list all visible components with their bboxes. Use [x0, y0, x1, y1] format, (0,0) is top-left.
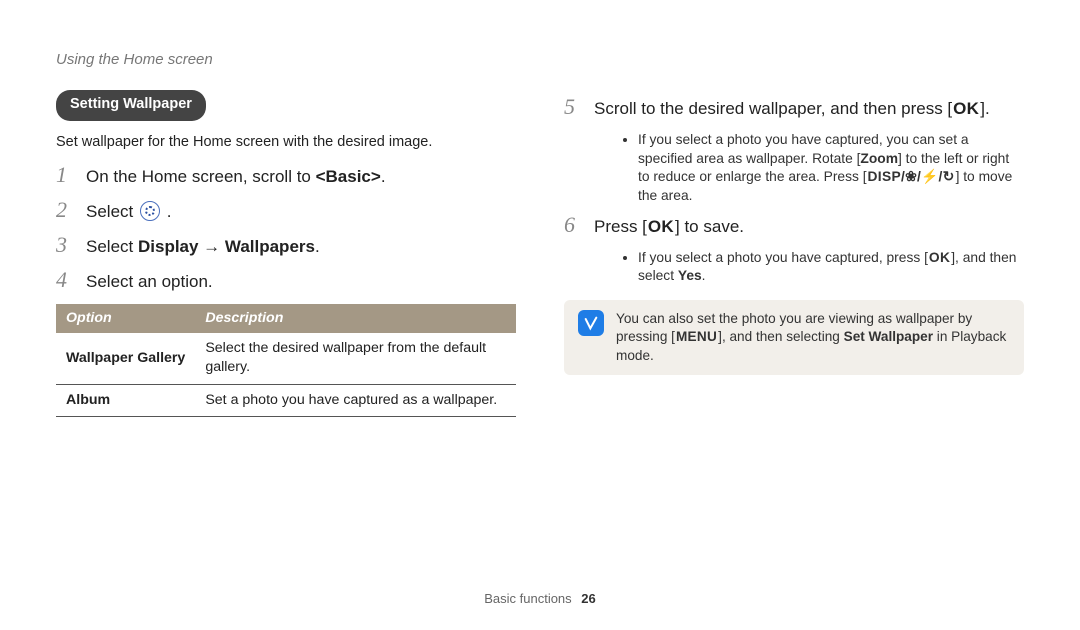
manual-page: Using the Home screen Setting Wallpaper …: [0, 0, 1080, 630]
step-text: ].: [980, 99, 989, 118]
step-number: 5: [564, 96, 582, 121]
steps-list-left: 1 On the Home screen, scroll to <Basic>.…: [56, 164, 516, 294]
step-text: .: [381, 167, 386, 186]
list-item: If you select a photo you have captured,…: [638, 131, 1024, 206]
step-bold: Display → Wallpapers: [138, 237, 315, 256]
option-name: Wallpaper Gallery: [56, 333, 195, 384]
list-item: If you select a photo you have captured,…: [638, 249, 1024, 286]
option-desc: Select the desired wallpaper from the de…: [195, 333, 516, 384]
steps-list-right: 5 Scroll to the desired wallpaper, and t…: [564, 96, 1024, 121]
step-text: Select an option.: [86, 269, 213, 294]
options-table: Option Description Wallpaper Gallery Sel…: [56, 304, 516, 417]
settings-gear-icon: [140, 201, 160, 221]
table-header-description: Description: [195, 304, 516, 333]
yes-label: Yes: [678, 268, 702, 283]
zoom-key-label: Zoom: [860, 151, 898, 166]
step-text: Press [: [594, 217, 647, 236]
menu-key-label: MENU: [675, 328, 718, 346]
step-1: 1 On the Home screen, scroll to <Basic>.: [56, 164, 516, 189]
bullet-text: If you select a photo you have captured,…: [638, 250, 928, 265]
breadcrumb: Using the Home screen: [56, 50, 1024, 70]
step-3: 3 Select Display → Wallpapers.: [56, 234, 516, 259]
step-number: 2: [56, 199, 74, 224]
option-desc: Set a photo you have captured as a wallp…: [195, 384, 516, 416]
info-icon: [578, 310, 604, 336]
step-text: Select: [86, 237, 138, 256]
step-number: 1: [56, 164, 74, 189]
step-text: ] to save.: [675, 217, 744, 236]
set-wallpaper-label: Set Wallpaper: [844, 329, 933, 344]
page-footer: Basic functions 26: [0, 590, 1080, 608]
footer-section-name: Basic functions: [484, 591, 571, 606]
steps-list-right-2: 6 Press [OK] to save.: [564, 214, 1024, 239]
left-column: Setting Wallpaper Set wallpaper for the …: [56, 90, 516, 417]
step-4: 4 Select an option.: [56, 269, 516, 294]
note-text: You can also set the photo you are viewi…: [616, 310, 1010, 365]
direction-keys-label: DISP/❀/⚡/↻: [867, 168, 956, 187]
ok-key-label: OK: [647, 216, 675, 239]
step-number: 6: [564, 214, 582, 239]
step-text: Select: [86, 202, 138, 221]
info-note-box: You can also set the photo you are viewi…: [564, 300, 1024, 375]
step-text: .: [315, 237, 320, 256]
ok-key-label: OK: [952, 98, 980, 121]
step-5: 5 Scroll to the desired wallpaper, and t…: [564, 96, 1024, 121]
step-6: 6 Press [OK] to save.: [564, 214, 1024, 239]
page-number: 26: [581, 591, 595, 606]
step-text: On the Home screen, scroll to: [86, 167, 316, 186]
step-5-bullets: If you select a photo you have captured,…: [598, 131, 1024, 206]
step-number: 3: [56, 234, 74, 259]
step-2: 2 Select .: [56, 199, 516, 224]
table-row: Wallpaper Gallery Select the desired wal…: [56, 333, 516, 384]
step-text: .: [167, 202, 172, 221]
step-number: 4: [56, 269, 74, 294]
step-6-bullets: If you select a photo you have captured,…: [598, 249, 1024, 286]
step-bold: <Basic>: [316, 167, 381, 186]
two-column-layout: Setting Wallpaper Set wallpaper for the …: [56, 90, 1024, 417]
section-intro: Set wallpaper for the Home screen with t…: [56, 133, 516, 153]
table-header-option: Option: [56, 304, 195, 333]
section-heading-pill: Setting Wallpaper: [56, 90, 206, 121]
right-column: 5 Scroll to the desired wallpaper, and t…: [564, 90, 1024, 417]
ok-key-label: OK: [928, 249, 951, 268]
step-text: Scroll to the desired wallpaper, and the…: [594, 99, 952, 118]
bullet-text: .: [702, 268, 706, 283]
option-name: Album: [56, 384, 195, 416]
table-row: Album Set a photo you have captured as a…: [56, 384, 516, 416]
